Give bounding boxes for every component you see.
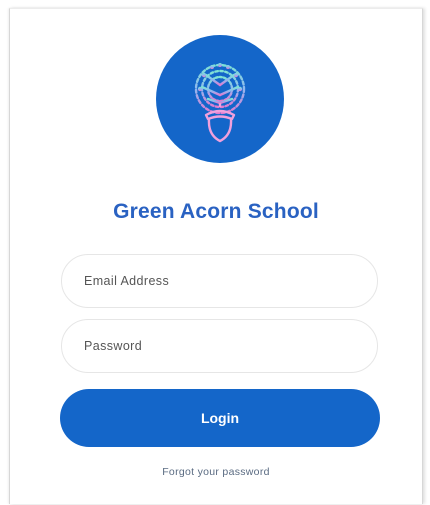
school-logo: [156, 35, 284, 163]
password-field[interactable]: [61, 319, 378, 373]
login-button[interactable]: Login: [60, 389, 380, 447]
password-input[interactable]: [62, 320, 377, 372]
tree-acorn-icon: [194, 63, 246, 143]
email-field[interactable]: [61, 254, 378, 308]
forgot-password-link[interactable]: Forgot your password: [10, 466, 422, 478]
email-input[interactable]: [62, 255, 377, 307]
school-name: Green Acorn School: [113, 200, 319, 223]
login-card: Green Acorn School Login Forgot your pas…: [9, 8, 423, 504]
